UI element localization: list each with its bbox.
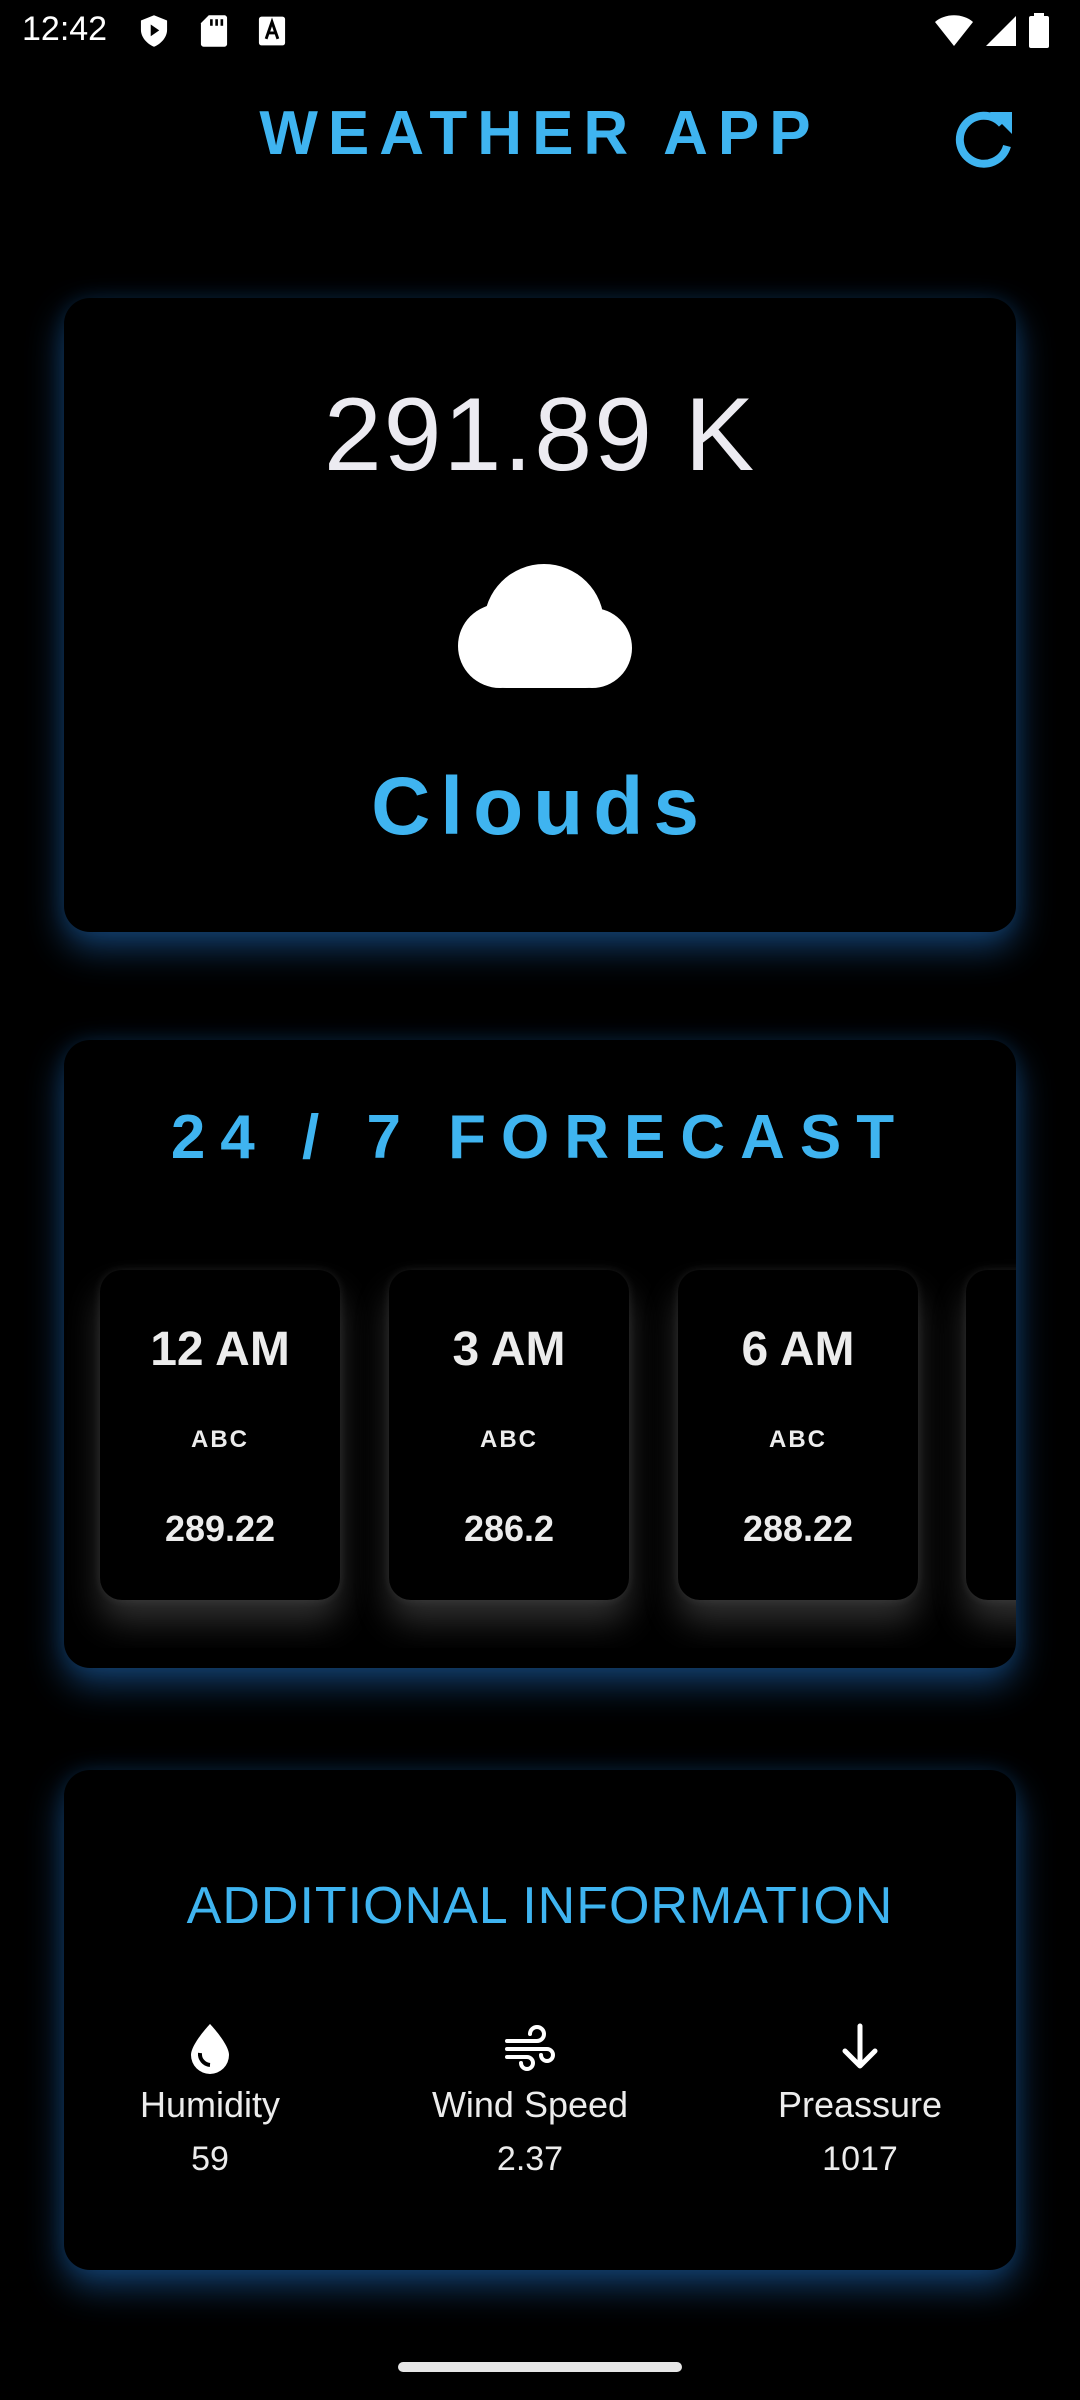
current-weather-card: 291.89 K Clouds [64, 298, 1016, 932]
forecast-temp: 288.22 [742, 1508, 854, 1549]
additional-info-title: ADDITIONAL INFORMATION [186, 1877, 894, 1935]
wind-speed-label: Wind Speed [431, 2084, 629, 2125]
forecast-item-partial[interactable] [966, 1270, 1016, 1600]
forecast-title: 24 / 7 FORECAST [170, 1103, 910, 1172]
cellular-signal-icon [986, 16, 1016, 46]
battery-icon [1029, 13, 1049, 48]
forecast-scroll-list[interactable]: 12 AM ABC 289.22 3 AM ABC 286.2 6 AM ABC… [64, 1208, 1016, 1648]
forecast-item[interactable]: 12 AM ABC 289.22 [100, 1270, 340, 1600]
forecast-item[interactable]: 3 AM ABC 286.2 [389, 1270, 629, 1600]
sd-card-icon [200, 15, 228, 47]
forecast-icon: ABC [769, 1426, 827, 1453]
cloud-icon [458, 564, 632, 688]
temperature: 291.89 K [323, 377, 757, 493]
pressure-value: 1017 [822, 2140, 898, 2178]
wifi-icon [935, 15, 973, 46]
forecast-time: 6 AM [741, 1323, 855, 1376]
wind-speed-value: 2.37 [496, 2140, 564, 2178]
forecast-temp: 286.2 [463, 1508, 555, 1549]
arrow-down-icon [842, 2023, 878, 2069]
shield-play-icon [140, 15, 168, 47]
forecast-temp: 289.22 [164, 1508, 276, 1549]
wind-speed-info: Wind Speed 2.37 [400, 2020, 660, 2179]
app-title: WEATHER APP [259, 99, 821, 168]
weather-screen: 12:42 WEATHER APP 291.89 K Clouds 24 / 7… [0, 0, 1080, 2400]
home-indicator[interactable] [398, 2362, 682, 2372]
forecast-icon: ABC [191, 1426, 249, 1453]
forecast-time: 12 AM [150, 1323, 290, 1376]
pressure-label: Preassure [777, 2084, 943, 2125]
wind-icon [505, 2025, 555, 2071]
status-time: 12:42 [22, 10, 108, 48]
humidity-info: Humidity 59 [80, 2020, 340, 2179]
forecast-time: 3 AM [452, 1323, 566, 1376]
status-icons-right [934, 12, 1050, 50]
weather-condition: Clouds [371, 761, 709, 852]
forecast-item[interactable]: 6 AM ABC 288.22 [678, 1270, 918, 1600]
refresh-icon [955, 111, 1012, 168]
keyboard-a-icon [258, 16, 286, 46]
water-drop-icon [191, 2024, 229, 2074]
additional-info-card: ADDITIONAL INFORMATION Humidity 59 Wind … [64, 1770, 1016, 2270]
status-bar: 12:42 [0, 0, 1080, 62]
humidity-value: 59 [191, 2140, 229, 2178]
forecast-icon: ABC [480, 1426, 538, 1453]
pressure-info: Preassure 1017 [730, 2020, 990, 2179]
humidity-label: Humidity [139, 2084, 281, 2125]
forecast-card: 24 / 7 FORECAST 12 AM ABC 289.22 3 AM AB… [64, 1040, 1016, 1668]
refresh-button[interactable] [950, 104, 1020, 174]
